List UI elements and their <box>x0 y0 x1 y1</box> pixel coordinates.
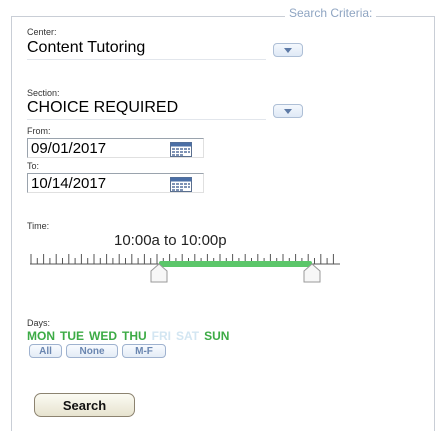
days-all-button[interactable]: All <box>29 344 62 358</box>
days-label: Days: <box>27 318 51 328</box>
from-date-value: 09/01/2017 <box>31 140 107 157</box>
section-dropdown-button[interactable] <box>273 104 303 118</box>
search-criteria-panel <box>11 16 435 431</box>
center-dropdown-button[interactable] <box>273 43 303 57</box>
to-date-input[interactable]: 10/14/2017 <box>27 173 204 193</box>
day-toggle-tue[interactable]: TUE <box>60 329 84 343</box>
time-label: Time: <box>27 221 50 231</box>
center-select-value[interactable]: Content Tutoring <box>27 39 145 57</box>
section-select-underline <box>27 119 266 120</box>
day-toggle-sat[interactable]: SAT <box>176 329 199 343</box>
to-label: To: <box>27 161 40 171</box>
calendar-icon[interactable] <box>170 177 192 192</box>
search-button[interactable]: Search <box>34 393 135 417</box>
day-toggle-mon[interactable]: MON <box>27 329 55 343</box>
day-toggle-sun[interactable]: SUN <box>204 329 229 343</box>
days-weekdays-button[interactable]: M-F <box>122 344 166 358</box>
to-date-value: 10/14/2017 <box>31 175 107 192</box>
section-select-value[interactable]: CHOICE REQUIRED <box>27 99 178 117</box>
day-toggle-wed[interactable]: WED <box>89 329 117 343</box>
time-range-text: 10:00a to 10:00p <box>114 232 227 249</box>
section-label: Section: <box>27 88 60 98</box>
days-selector: MON TUE WED THU FRI SAT SUN <box>27 329 234 343</box>
calendar-icon[interactable] <box>170 142 192 157</box>
day-toggle-thu[interactable]: THU <box>122 329 147 343</box>
from-date-input[interactable]: 09/01/2017 <box>27 138 204 158</box>
time-end-handle[interactable] <box>303 263 321 283</box>
time-range-fill <box>159 261 312 267</box>
center-select-underline <box>27 59 266 60</box>
time-start-handle[interactable] <box>150 263 168 283</box>
chevron-down-icon <box>284 108 292 114</box>
day-toggle-fri[interactable]: FRI <box>152 329 171 343</box>
from-label: From: <box>27 126 51 136</box>
chevron-down-icon <box>284 47 292 53</box>
search-criteria-legend: Search Criteria: <box>285 6 377 20</box>
days-none-button[interactable]: None <box>66 344 118 358</box>
center-label: Center: <box>27 27 57 37</box>
legend-divider <box>418 16 432 17</box>
